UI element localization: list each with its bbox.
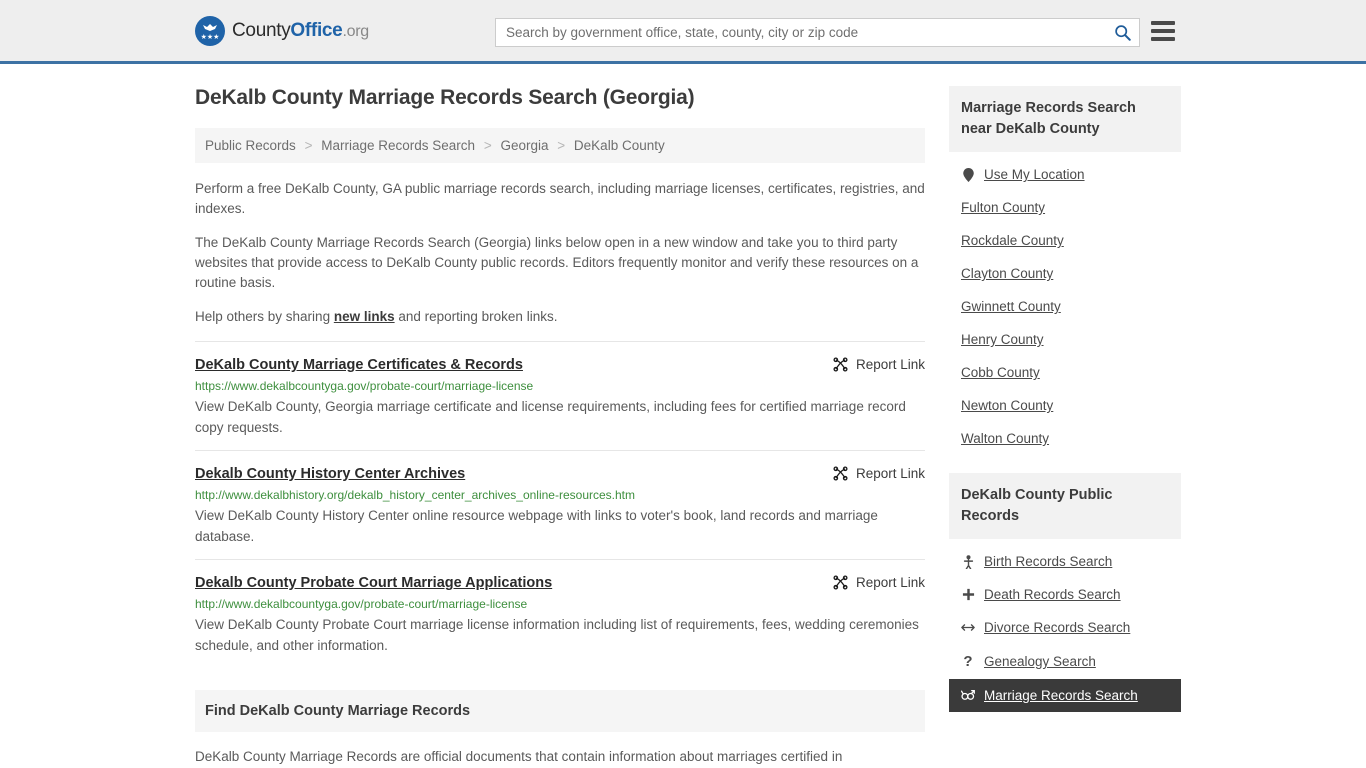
public-records-list: Birth Records Search Death Records Searc…: [949, 539, 1181, 712]
result-url: http://www.dekalbhistory.org/dekalb_hist…: [195, 488, 635, 502]
sidebar-item-fulton-county[interactable]: Fulton County: [949, 191, 1181, 224]
result-title-link[interactable]: DeKalb County Marriage Certificates & Re…: [195, 356, 523, 374]
report-link-label: Report Link: [855, 575, 925, 590]
logo-text-org: .org: [342, 22, 369, 40]
eagle-seal-logo-icon: ★★★: [195, 15, 225, 46]
public-records-heading: DeKalb County Public Records: [949, 473, 1181, 539]
sidebar-item-clayton-county[interactable]: Clayton County: [949, 257, 1181, 290]
sidebar-item-walton-county[interactable]: Walton County: [949, 422, 1181, 455]
split-arrows-icon: [961, 622, 975, 633]
intro-paragraph-2: The DeKalb County Marriage Records Searc…: [195, 235, 919, 290]
breadcrumb-separator: >: [483, 138, 492, 153]
breadcrumb-item-public-records[interactable]: Public Records: [205, 138, 296, 153]
sidebar-item-cobb-county[interactable]: Cobb County: [949, 356, 1181, 389]
intro-paragraph-3: Help others by sharing new links and rep…: [195, 307, 925, 327]
search-button[interactable]: [1105, 19, 1139, 46]
broken-link-icon: [833, 575, 848, 590]
map-pin-icon: [961, 167, 975, 182]
report-link-button[interactable]: Report Link: [833, 575, 925, 590]
question-mark-icon: ?: [963, 653, 973, 670]
new-links-link[interactable]: new links: [334, 309, 395, 324]
search-input[interactable]: [496, 19, 1105, 46]
hamburger-bar: [1151, 29, 1175, 33]
sidebar-link-label[interactable]: Fulton County: [961, 200, 1045, 215]
result-url: http://www.dekalbcountyga.gov/probate-co…: [195, 597, 528, 611]
site-logo[interactable]: ★★★ CountyOffice.org: [195, 15, 369, 46]
search-icon: [1114, 25, 1131, 41]
sidebar-link-label[interactable]: Gwinnett County: [961, 299, 1061, 314]
result-item: DeKalb County Marriage Certificates & Re…: [195, 341, 925, 450]
find-records-body: DeKalb County Marriage Records are offic…: [195, 749, 843, 764]
intro-text-before: Help others by sharing: [195, 309, 334, 324]
cross-icon: [961, 588, 975, 601]
find-records-heading: Find DeKalb County Marriage Records: [195, 690, 925, 732]
nearby-county-list: Use My Location Fulton County Rockdale C…: [949, 152, 1181, 455]
result-title-link[interactable]: Dekalb County Probate Court Marriage App…: [195, 574, 552, 592]
sidebar-item-gwinnett-county[interactable]: Gwinnett County: [949, 290, 1181, 323]
result-item: Dekalb County Probate Court Marriage App…: [195, 559, 925, 668]
hamburger-bar: [1151, 21, 1175, 25]
breadcrumb: Public Records > Marriage Records Search…: [195, 128, 925, 163]
sidebar-link-label[interactable]: Rockdale County: [961, 233, 1064, 248]
sidebar-item-marriage-records-search[interactable]: Marriage Records Search: [949, 679, 1181, 712]
report-link-button[interactable]: Report Link: [833, 466, 925, 481]
broken-link-icon: [833, 357, 848, 372]
baby-icon: [961, 554, 975, 569]
logo-text: CountyOffice.org: [232, 20, 369, 42]
sidebar-link-label[interactable]: Cobb County: [961, 365, 1040, 380]
sidebar-item-newton-county[interactable]: Newton County: [949, 389, 1181, 422]
intro-paragraph-1: Perform a free DeKalb County, GA public …: [195, 181, 925, 216]
sidebar-link-label[interactable]: Death Records Search: [984, 587, 1121, 602]
report-link-label: Report Link: [855, 357, 925, 372]
sidebar-item-henry-county[interactable]: Henry County: [949, 323, 1181, 356]
logo-text-county: County: [232, 19, 291, 41]
eagle-icon: [203, 23, 217, 31]
result-item: Dekalb County History Center Archives Re…: [195, 450, 925, 559]
sidebar-link-label[interactable]: Walton County: [961, 431, 1049, 446]
sidebar-link-label[interactable]: Birth Records Search: [984, 554, 1112, 569]
sidebar-link-label[interactable]: Genealogy Search: [984, 654, 1096, 669]
sidebar-item-divorce-records-search[interactable]: Divorce Records Search: [949, 611, 1181, 644]
broken-link-icon: [833, 466, 848, 481]
result-description: View DeKalb County, Georgia marriage cer…: [195, 399, 906, 435]
sidebar-link-label[interactable]: Henry County: [961, 332, 1044, 347]
nearby-searches-card: Marriage Records Search near DeKalb Coun…: [949, 86, 1181, 455]
result-description: View DeKalb County Probate Court marriag…: [195, 617, 919, 653]
intro-text-after: and reporting broken links.: [394, 309, 558, 324]
stars-icon: ★★★: [200, 33, 220, 41]
sidebar-link-label[interactable]: Marriage Records Search: [984, 688, 1138, 703]
sidebar-link-label[interactable]: Use My Location: [984, 167, 1085, 182]
breadcrumb-item-georgia[interactable]: Georgia: [500, 138, 548, 153]
page-body: DeKalb County Marriage Records Search (G…: [0, 64, 1366, 767]
public-records-card: DeKalb County Public Records Birth Recor…: [949, 473, 1181, 712]
result-title-link[interactable]: Dekalb County History Center Archives: [195, 465, 465, 483]
sidebar-item-death-records-search[interactable]: Death Records Search: [949, 578, 1181, 611]
page-title: DeKalb County Marriage Records Search (G…: [195, 86, 695, 109]
sidebar-link-label[interactable]: Clayton County: [961, 266, 1053, 281]
sidebar-item-genealogy-search[interactable]: ? Genealogy Search: [949, 644, 1181, 679]
logo-text-office: Office: [290, 19, 343, 41]
sidebar-item-birth-records-search[interactable]: Birth Records Search: [949, 545, 1181, 578]
sidebar-item-use-my-location[interactable]: Use My Location: [949, 158, 1181, 191]
breadcrumb-separator: >: [557, 138, 566, 153]
hamburger-menu-icon[interactable]: [1151, 21, 1175, 41]
sidebar-link-label[interactable]: Newton County: [961, 398, 1053, 413]
sidebar-link-label[interactable]: Divorce Records Search: [984, 620, 1130, 635]
nearby-searches-heading: Marriage Records Search near DeKalb Coun…: [949, 86, 1181, 152]
breadcrumb-item-marriage-records-search[interactable]: Marriage Records Search: [321, 138, 475, 153]
male-female-icon: [961, 689, 975, 702]
search-bar[interactable]: [495, 18, 1140, 47]
report-link-button[interactable]: Report Link: [833, 357, 925, 372]
result-description: View DeKalb County History Center online…: [195, 508, 878, 544]
report-link-label: Report Link: [855, 466, 925, 481]
sidebar: Marriage Records Search near DeKalb Coun…: [949, 86, 1181, 767]
hamburger-bar: [1151, 37, 1175, 41]
sidebar-item-rockdale-county[interactable]: Rockdale County: [949, 224, 1181, 257]
breadcrumb-separator: >: [304, 138, 313, 153]
breadcrumb-item-dekalb-county[interactable]: DeKalb County: [574, 138, 665, 153]
result-url: https://www.dekalbcountyga.gov/probate-c…: [195, 379, 534, 393]
site-header: ★★★ CountyOffice.org: [0, 0, 1366, 64]
main-content: DeKalb County Marriage Records Search (G…: [195, 86, 925, 767]
